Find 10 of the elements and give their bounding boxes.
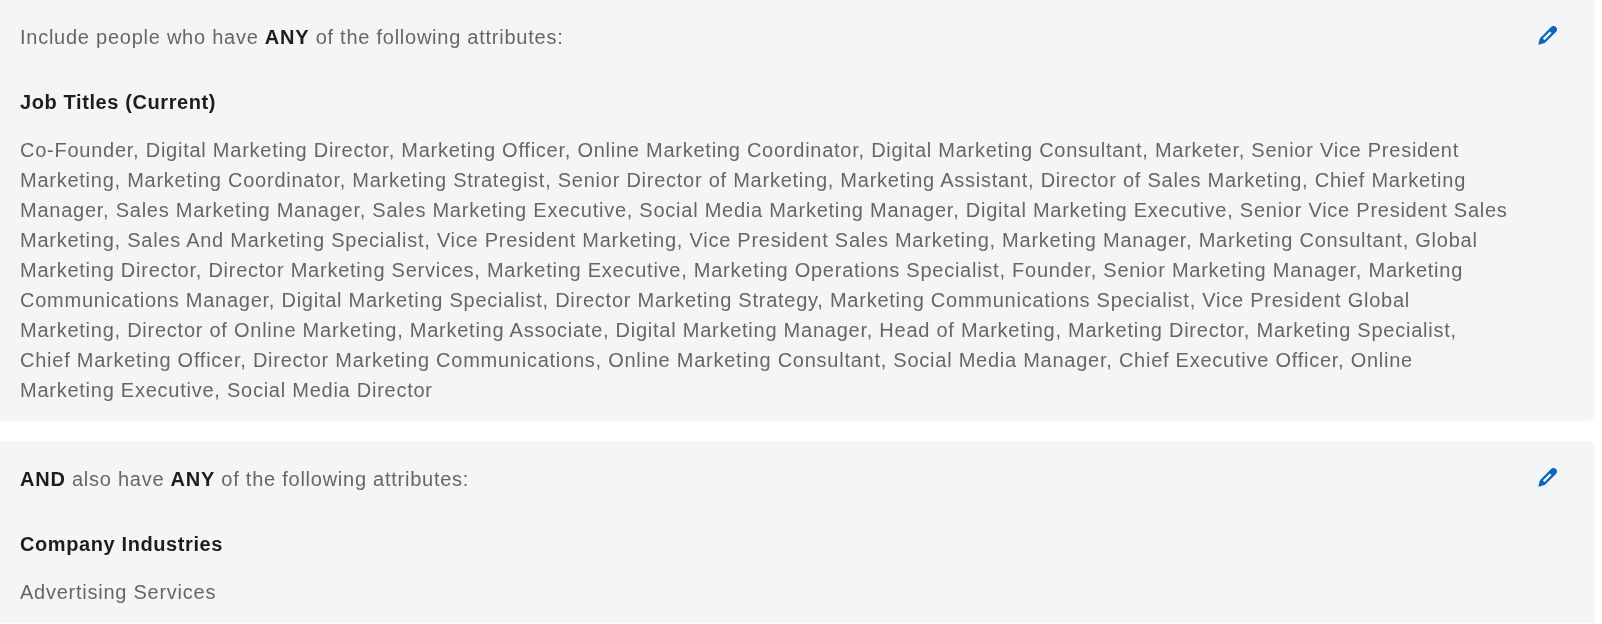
filter-values: Co-Founder, Digital Marketing Director, Marketing Officer, Online Marketing Coordinator, Digital Marketing Consultant, Marketer, Senior Vice President Marketing, Marketing Coordinator, Marketing Strategist, Senior Director of Marketing, Marketing Assistant, Director of Sales Marketing, Chief Marketing Manager, Sales Marketing Manager, Sales Marketing Executive, Social Media Marketing Manager, Digital Marketing Executive, Senior Vice President Sales Marketing, Sales And Marketing Specialist, Vice President Marketing, Vice President Sales Marketing, Marketing Manager, Marketing Consultant, Global Marketing Director, Director Marketing Services, Marketing Executive, Marketing Operations Specialist, Founder, Senior Marketing Manager, Marketing Communications Manager, Digital Marketing Specialist, Director Marketing Strategy, Marketing Communications Specialist, Vice President Global Marketing, Director of Online Marketing, Marketing Associate, Digital Marketing Manager, Head of Marketing, Marketing Director, Marketing Specialist, Chief Marketing Officer, Director Marketing Communications, Online Marketing Consultant, Social Media Manager, Chief Executive Officer, Online Marketing Executive, Social Media Director [20,138,1509,403]
pencil-icon [1537,468,1557,488]
edit-button[interactable] [1537,468,1557,488]
filter-heading: Company Industries [20,532,224,556]
edit-button[interactable] [1537,26,1557,46]
filter-values: Advertising Services [20,580,218,605]
criteria-description: AND also have ANY of the following attributes: [20,467,470,492]
pencil-icon [1537,26,1557,46]
criteria-description: Include people who have ANY of the following attributes: [20,25,564,50]
filter-heading: Job Titles (Current) [20,90,217,114]
